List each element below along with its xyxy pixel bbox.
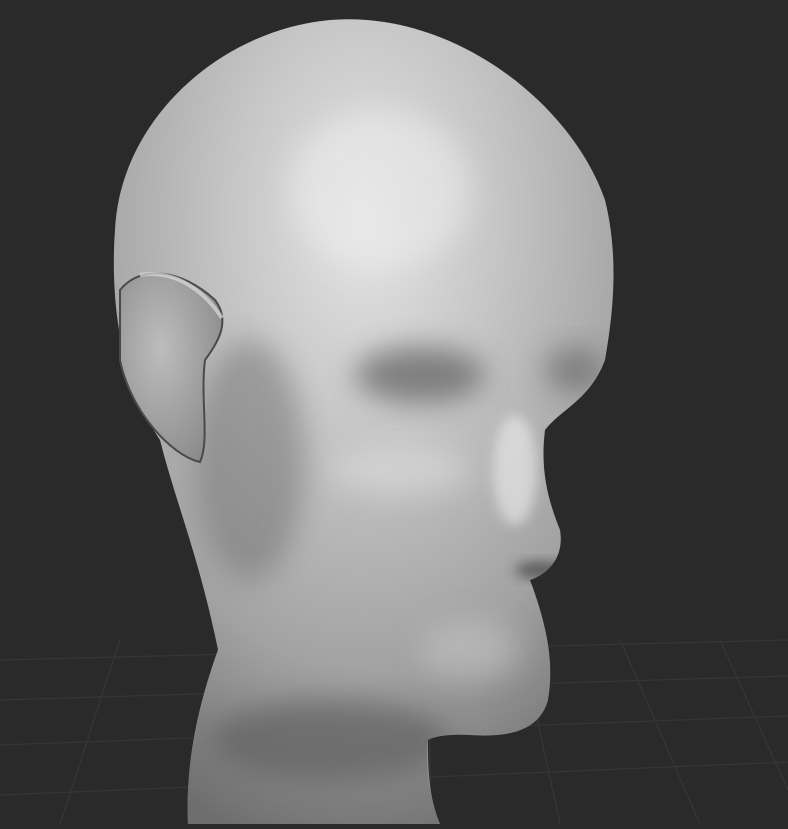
viewport-canvas[interactable] — [0, 0, 788, 825]
head-sculpt-model[interactable] — [113, 19, 614, 825]
3d-viewport[interactable] — [0, 0, 788, 825]
